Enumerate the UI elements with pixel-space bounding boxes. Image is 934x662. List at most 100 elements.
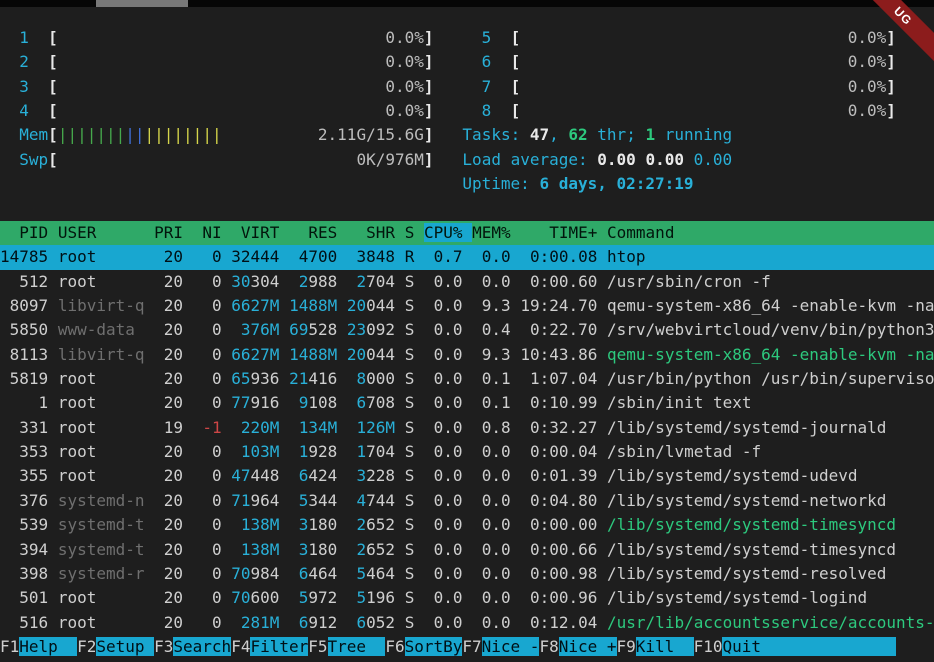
process-row-512[interactable]: 512 root 20 0 30304 2988 2704 S 0.0 0.0 … bbox=[0, 270, 934, 294]
process-row-5850[interactable]: 5850 www-data 20 0 376M 69528 23092 S 0.… bbox=[0, 318, 934, 342]
fkey-f7-label[interactable]: Nice - bbox=[482, 637, 540, 656]
virt: 30 bbox=[231, 272, 250, 291]
cpu-6-meter-value: 0.0% bbox=[520, 52, 886, 71]
meter-open-bracket: [ bbox=[511, 52, 521, 71]
pid: 5850 bbox=[0, 320, 48, 339]
fkey-f8-label[interactable]: Nice + bbox=[559, 637, 617, 656]
fkey-f6-key[interactable]: F6 bbox=[385, 637, 404, 656]
meter-close-bracket: ] bbox=[424, 125, 434, 144]
column-header-user[interactable]: USER bbox=[58, 223, 145, 242]
pid: 8113 bbox=[0, 345, 48, 364]
cpu-percent: 0.0 bbox=[424, 369, 463, 388]
fkey-f9-label[interactable]: Kill bbox=[636, 637, 694, 656]
column-header-pri[interactable]: PRI bbox=[154, 223, 183, 242]
column-header-virt[interactable]: VIRT bbox=[231, 223, 279, 242]
cpu-percent: 0.7 bbox=[424, 247, 463, 266]
process-row-539[interactable]: 539 systemd-t 20 0 138M 3180 2652 S 0.0 … bbox=[0, 513, 934, 537]
meter-close-bracket: ] bbox=[886, 52, 896, 71]
time-plus: 0:12.04 bbox=[520, 613, 597, 632]
column-header-ni[interactable]: NI bbox=[193, 223, 222, 242]
column-header-mem[interactable]: MEM% bbox=[472, 223, 511, 242]
res: 69 bbox=[289, 320, 308, 339]
user: systemd-t bbox=[58, 540, 145, 559]
column-header-shr[interactable]: SHR bbox=[347, 223, 395, 242]
load-15min: 0.00 bbox=[694, 150, 733, 169]
fkey-f6-label[interactable]: SortBy bbox=[405, 637, 463, 656]
nice: 0 bbox=[193, 296, 222, 315]
fkey-f5-key[interactable]: F5 bbox=[308, 637, 327, 656]
load-average-label: Load average: bbox=[462, 150, 597, 169]
process-row-398[interactable]: 398 systemd-r 20 0 70984 6464 5464 S 0.0… bbox=[0, 562, 934, 586]
command: qemu-system-x86_64 -enable-kvm -na bbox=[607, 296, 934, 315]
shr: 4 bbox=[347, 491, 366, 510]
swp-label: Swp bbox=[19, 150, 48, 169]
cpu-4-label: 4 bbox=[19, 101, 29, 120]
priority: 20 bbox=[154, 540, 183, 559]
process-row-selected[interactable]: 14785 root 20 0 32444 4700 3848 R 0.7 0.… bbox=[0, 245, 934, 269]
fkey-f10-label[interactable]: Quit bbox=[722, 637, 895, 656]
user: libvirt-q bbox=[58, 296, 145, 315]
process-row-516[interactable]: 516 root 20 0 281M 6912 6052 S 0.0 0.0 0… bbox=[0, 611, 934, 635]
mem-percent: 0.0 bbox=[472, 564, 511, 583]
command: /srv/webvirtcloud/venv/bin/python3 bbox=[607, 320, 934, 339]
command: /lib/systemd/systemd-udevd bbox=[607, 466, 857, 485]
process-row-501[interactable]: 501 root 20 0 70600 5972 5196 S 0.0 0.0 … bbox=[0, 586, 934, 610]
fkey-f2-label[interactable]: Setup bbox=[96, 637, 154, 656]
column-header-pid[interactable]: PID bbox=[0, 223, 48, 242]
column-header-s[interactable]: S bbox=[405, 223, 415, 242]
virt: 6627M bbox=[231, 345, 279, 364]
process-row-376[interactable]: 376 systemd-n 20 0 71964 5344 4744 S 0.0… bbox=[0, 489, 934, 513]
state: S bbox=[405, 466, 415, 485]
fkey-f9-key[interactable]: F9 bbox=[617, 637, 636, 656]
pid: 501 bbox=[0, 588, 48, 607]
fkey-f3-key[interactable]: F3 bbox=[154, 637, 173, 656]
process-row-394[interactable]: 394 systemd-t 20 0 138M 3180 2652 S 0.0 … bbox=[0, 538, 934, 562]
fkey-f8-key[interactable]: F8 bbox=[539, 637, 558, 656]
meter-open-bracket: [ bbox=[48, 150, 58, 169]
fkey-f10-key[interactable]: F10 bbox=[694, 637, 723, 656]
fkey-f5-label[interactable]: Tree bbox=[328, 637, 386, 656]
time-plus: 0:00.98 bbox=[520, 564, 597, 583]
process-row-355[interactable]: 355 root 20 0 47448 6424 3228 S 0.0 0.0 … bbox=[0, 464, 934, 488]
meter-close-bracket: ] bbox=[886, 101, 896, 120]
user: root bbox=[58, 247, 145, 266]
fkey-f3-label[interactable]: Search bbox=[173, 637, 231, 656]
column-header-res[interactable]: RES bbox=[289, 223, 337, 242]
window-tab-stub[interactable] bbox=[96, 0, 188, 7]
time-plus: 0:04.80 bbox=[520, 491, 597, 510]
process-row-353[interactable]: 353 root 20 0 103M 1928 1704 S 0.0 0.0 0… bbox=[0, 440, 934, 464]
process-row-5819[interactable]: 5819 root 20 0 65936 21416 8000 S 0.0 0.… bbox=[0, 367, 934, 391]
res: 4700 bbox=[289, 247, 337, 266]
command: htop bbox=[607, 247, 646, 266]
column-header-time[interactable]: TIME+ bbox=[520, 223, 597, 242]
top-window-strip bbox=[0, 0, 934, 7]
cpu-8-label: 8 bbox=[482, 101, 492, 120]
mem-percent: 0.0 bbox=[472, 588, 511, 607]
fkey-f7-key[interactable]: F7 bbox=[462, 637, 481, 656]
shr: 20 bbox=[347, 296, 366, 315]
fkey-f1-key[interactable]: F1 bbox=[0, 637, 19, 656]
cpu-percent: 0.0 bbox=[424, 418, 463, 437]
meter-close-bracket: ] bbox=[424, 52, 434, 71]
pid: 331 bbox=[0, 418, 48, 437]
mem-percent: 0.0 bbox=[472, 491, 511, 510]
column-header-command[interactable]: Command bbox=[607, 223, 674, 242]
time-plus: 0:00.04 bbox=[520, 442, 597, 461]
fkey-f4-label[interactable]: Filter bbox=[250, 637, 308, 656]
user: root bbox=[58, 613, 145, 632]
process-row-1[interactable]: 1 root 20 0 77916 9108 6708 S 0.0 0.1 0:… bbox=[0, 391, 934, 415]
virt: 71 bbox=[231, 491, 250, 510]
res: 134M bbox=[289, 418, 337, 437]
user: root bbox=[58, 393, 145, 412]
priority: 20 bbox=[154, 466, 183, 485]
fkey-f4-key[interactable]: F4 bbox=[231, 637, 250, 656]
process-row-331[interactable]: 331 root 19 -1 220M 134M 126M S 0.0 0.8 … bbox=[0, 416, 934, 440]
running-label: running bbox=[655, 125, 732, 144]
virt: 138M bbox=[231, 515, 279, 534]
fkey-f2-key[interactable]: F2 bbox=[77, 637, 96, 656]
process-row-8113[interactable]: 8113 libvirt-q 20 0 6627M 1488M 20044 S … bbox=[0, 343, 934, 367]
shr: 126M bbox=[347, 418, 395, 437]
column-header-cpu[interactable]: CPU% bbox=[424, 223, 472, 242]
fkey-f1-label[interactable]: Help bbox=[19, 637, 77, 656]
process-row-8097[interactable]: 8097 libvirt-q 20 0 6627M 1488M 20044 S … bbox=[0, 294, 934, 318]
